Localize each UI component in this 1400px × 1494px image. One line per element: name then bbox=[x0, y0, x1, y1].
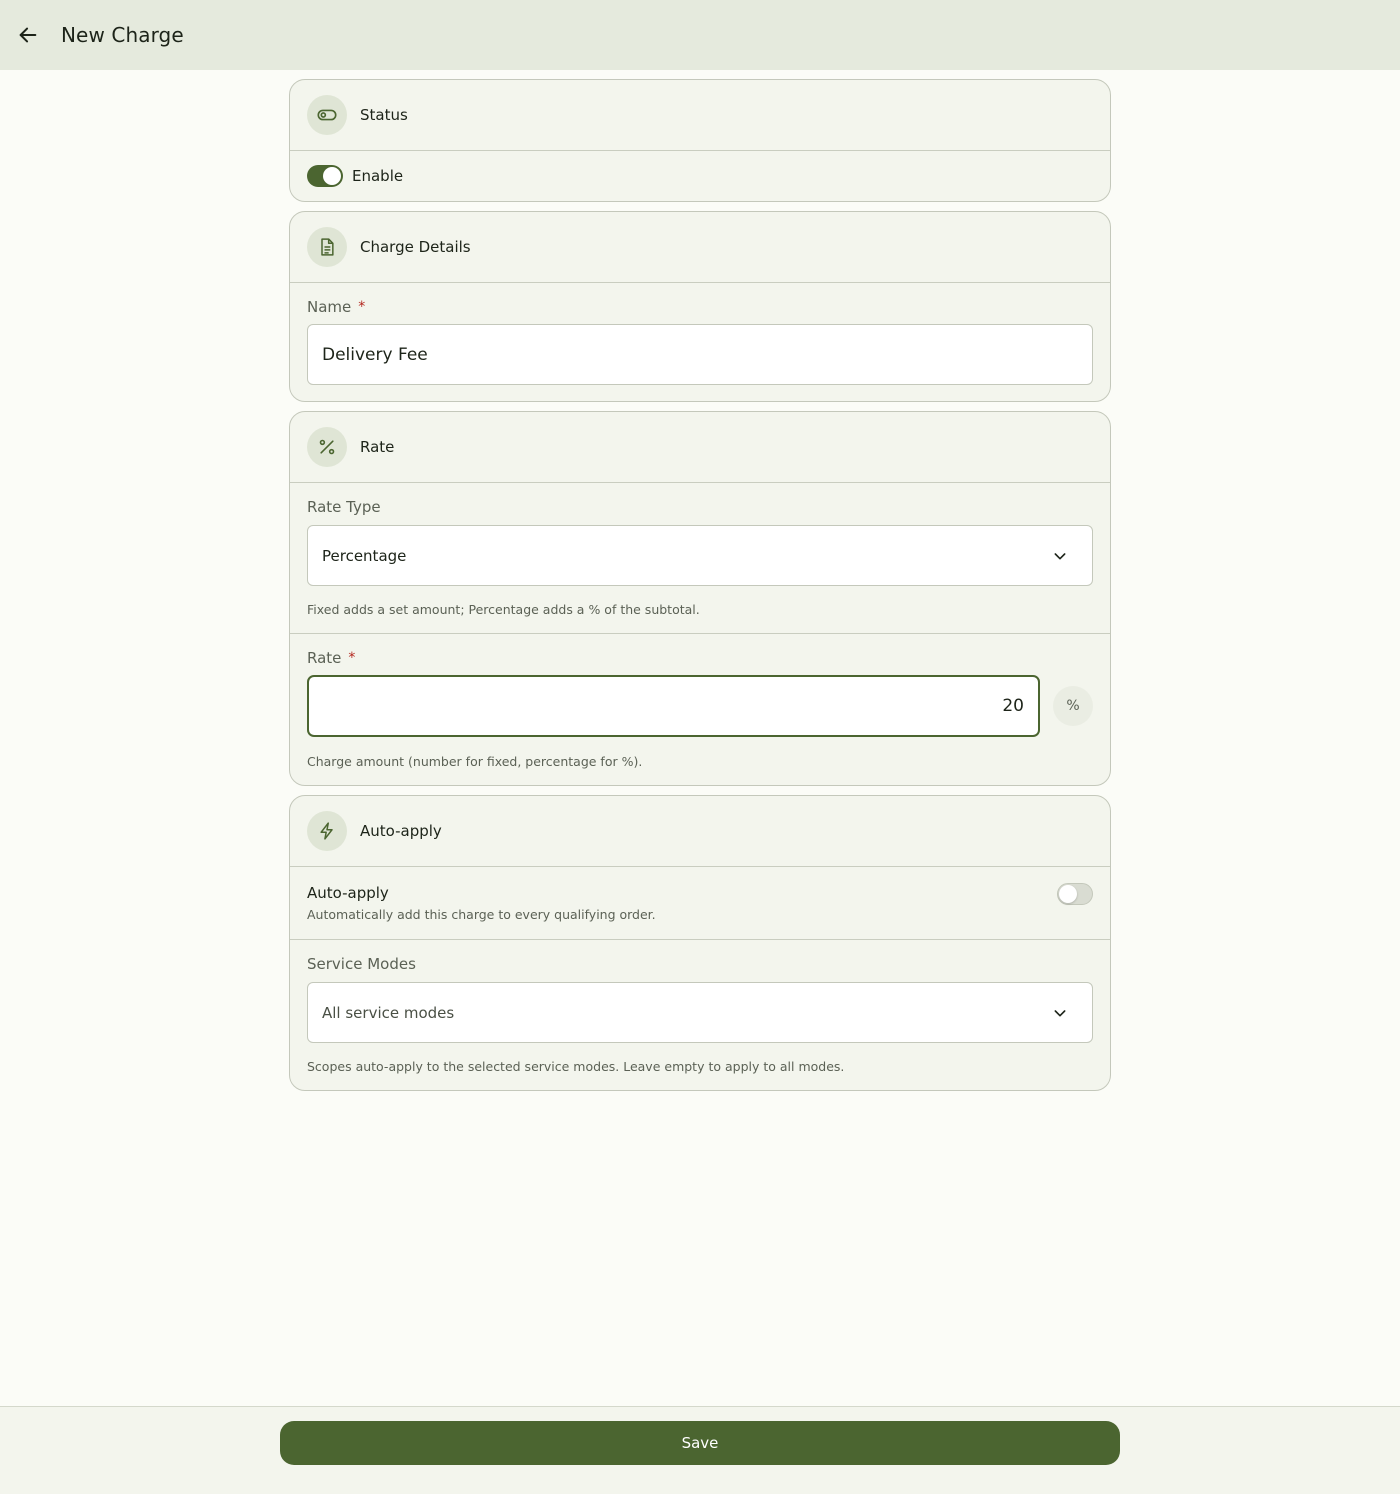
auto-apply-row: Auto-apply Automatically add this charge… bbox=[290, 867, 1110, 940]
rate-type-select[interactable]: Percentage bbox=[307, 525, 1093, 586]
arrow-left-icon bbox=[19, 27, 37, 43]
footer-bar: Save bbox=[0, 1406, 1400, 1494]
name-label: Name * bbox=[307, 298, 1093, 316]
auto-apply-desc: Automatically add this charge to every q… bbox=[307, 907, 656, 922]
enable-row: Enable bbox=[290, 151, 1110, 201]
document-icon bbox=[307, 227, 347, 267]
auto-apply-title: Auto-apply bbox=[360, 822, 442, 840]
toggle-icon bbox=[307, 95, 347, 135]
rate-helper: Charge amount (number for fixed, percent… bbox=[307, 754, 643, 769]
rate-value-row: Rate * 20 % Charge amount (number for fi… bbox=[290, 634, 1110, 785]
form-content: Status Enable Charge Details Name * Deli… bbox=[289, 79, 1111, 1100]
enable-label: Enable bbox=[352, 167, 404, 185]
charge-details-title: Charge Details bbox=[360, 238, 471, 256]
rate-type-label: Rate Type bbox=[307, 498, 381, 516]
required-marker: * bbox=[358, 299, 366, 315]
auto-apply-label: Auto-apply bbox=[307, 884, 389, 902]
chevron-down-icon bbox=[1054, 1009, 1066, 1016]
rate-type-helper: Fixed adds a set amount; Percentage adds… bbox=[307, 602, 700, 617]
save-button[interactable]: Save bbox=[280, 1421, 1120, 1465]
service-modes-placeholder: All service modes bbox=[322, 1003, 455, 1022]
name-row: Name * Delivery Fee bbox=[290, 283, 1110, 401]
rate-card: Rate Rate Type Percentage Fixed adds a s… bbox=[289, 411, 1111, 786]
rate-label-text: Rate bbox=[307, 649, 342, 667]
percent-suffix: % bbox=[1053, 686, 1093, 726]
enable-toggle[interactable] bbox=[307, 165, 343, 187]
auto-apply-toggle[interactable] bbox=[1057, 883, 1093, 905]
name-label-text: Name bbox=[307, 298, 352, 316]
service-modes-row: Service Modes All service modes Scopes a… bbox=[290, 940, 1110, 1090]
rate-input-group: 20 % bbox=[307, 675, 1093, 737]
auto-apply-card: Auto-apply Auto-apply Automatically add … bbox=[289, 795, 1111, 1091]
rate-label: Rate * bbox=[307, 649, 1093, 667]
app-bar: New Charge bbox=[0, 0, 1400, 70]
rate-card-title: Rate bbox=[360, 438, 395, 456]
status-card-title: Status bbox=[360, 106, 408, 124]
rate-type-row: Rate Type Percentage Fixed adds a set am… bbox=[290, 483, 1110, 634]
status-card: Status Enable bbox=[289, 79, 1111, 202]
auto-apply-text: Auto-apply Automatically add this charge… bbox=[307, 884, 656, 922]
status-card-header: Status bbox=[290, 80, 1110, 151]
lightning-icon bbox=[307, 811, 347, 851]
rate-input[interactable]: 20 bbox=[307, 675, 1040, 737]
charge-details-header: Charge Details bbox=[290, 212, 1110, 283]
service-modes-select[interactable]: All service modes bbox=[307, 982, 1093, 1043]
rate-type-value: Percentage bbox=[322, 546, 407, 565]
rate-card-header: Rate bbox=[290, 412, 1110, 483]
auto-apply-header: Auto-apply bbox=[290, 796, 1110, 867]
service-modes-label: Service Modes bbox=[307, 955, 416, 973]
required-marker: * bbox=[348, 650, 356, 666]
name-input[interactable]: Delivery Fee bbox=[307, 324, 1093, 385]
back-button[interactable] bbox=[0, 0, 56, 70]
service-modes-helper: Scopes auto-apply to the selected servic… bbox=[307, 1059, 845, 1074]
percent-icon bbox=[307, 427, 347, 467]
charge-details-card: Charge Details Name * Delivery Fee bbox=[289, 211, 1111, 402]
chevron-down-icon bbox=[1054, 552, 1066, 559]
page-title: New Charge bbox=[61, 23, 184, 47]
